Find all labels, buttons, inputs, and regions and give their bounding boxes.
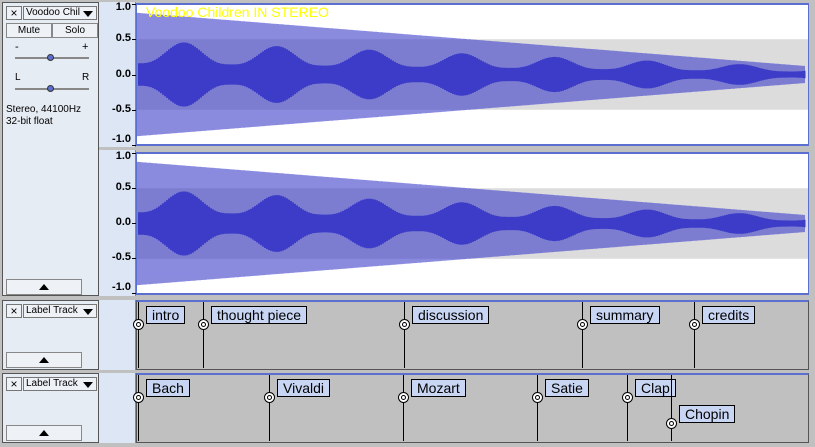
amplitude-tick-label: 1.0	[115, 150, 131, 162]
track-info-bitdepth: 32-bit float	[6, 116, 53, 127]
waveform-display[interactable]	[136, 1, 809, 298]
collapse-arrow-icon	[39, 430, 49, 436]
track-name-menu[interactable]: Voodoo Chil	[23, 6, 97, 20]
track-name: Label Track	[26, 378, 78, 389]
close-track-button[interactable]: ×	[6, 6, 22, 20]
amplitude-tick-label: 0.0	[115, 67, 131, 80]
label-track-1-ruler	[99, 300, 136, 370]
label-drag-handle[interactable]	[133, 319, 144, 330]
label-marker-line	[269, 375, 270, 441]
amplitude-tick-label: 0.5	[115, 181, 131, 193]
label-mozart[interactable]: Mozart	[411, 379, 466, 397]
amplitude-tick-label: -0.5	[112, 102, 131, 115]
mute-button[interactable]: Mute	[6, 23, 52, 38]
label-vivaldi[interactable]: Vivaldi	[277, 379, 330, 397]
label-marker-line	[627, 375, 628, 441]
label-drag-handle[interactable]	[666, 418, 677, 429]
label-track-1-control-panel: × Label Track	[2, 300, 99, 370]
collapse-track-button[interactable]	[6, 352, 82, 368]
label-summary[interactable]: summary	[590, 306, 660, 324]
amplitude-tick-label: -1.0	[112, 133, 131, 145]
audio-track-control-panel: × Voodoo Chil Mute Solo - + L R Stereo, …	[2, 2, 99, 296]
label-drag-handle[interactable]	[398, 392, 409, 403]
label-bach[interactable]: Bach	[146, 379, 190, 397]
label-discussion[interactable]: discussion	[412, 306, 490, 324]
close-icon: ×	[10, 377, 18, 391]
label-marker-line	[138, 302, 139, 368]
solo-label: Solo	[64, 25, 85, 36]
gain-minus-label: -	[15, 41, 19, 53]
amplitude-tick-label: -0.5	[112, 251, 131, 263]
label-credits[interactable]: credits	[702, 306, 756, 324]
collapse-track-button[interactable]	[6, 279, 82, 295]
gain-slider-thumb[interactable]	[47, 54, 54, 61]
pan-right-label: R	[82, 72, 90, 83]
label-drag-handle[interactable]	[133, 392, 144, 403]
gain-plus-label: +	[82, 41, 89, 53]
label-drag-handle[interactable]	[577, 319, 588, 330]
track-name-menu[interactable]: Label Track	[23, 304, 97, 318]
label-drag-handle[interactable]	[689, 319, 700, 330]
dropdown-arrow-icon	[83, 11, 93, 17]
label-marker-line	[403, 375, 404, 441]
amplitude-tick-label: -1.0	[112, 281, 131, 293]
close-icon: ×	[10, 304, 18, 318]
dropdown-arrow-icon	[83, 382, 93, 388]
label-marker-line	[694, 302, 695, 368]
label-drag-handle[interactable]	[532, 392, 543, 403]
label-marker-line	[404, 302, 405, 368]
close-track-button[interactable]: ×	[6, 377, 22, 391]
label-drag-handle[interactable]	[198, 319, 209, 330]
amplitude-tick-label: 0.0	[115, 216, 131, 228]
dropdown-arrow-icon	[83, 309, 93, 315]
label-marker-line	[582, 302, 583, 368]
label-intro[interactable]: intro	[146, 306, 186, 324]
label-marker-line	[203, 302, 204, 368]
pan-slider-thumb[interactable]	[47, 85, 54, 92]
label-satie[interactable]: Satie	[545, 379, 589, 397]
waveform-track-title: Voodoo Children IN STEREO	[146, 4, 329, 20]
collapse-track-button[interactable]	[6, 425, 82, 441]
track-name-menu[interactable]: Label Track	[23, 377, 97, 391]
label-drag-handle[interactable]	[264, 392, 275, 403]
solo-button[interactable]: Solo	[52, 23, 98, 38]
label-track-2-ruler	[99, 373, 136, 443]
label-marker-line	[138, 375, 139, 441]
pan-left-label: L	[15, 72, 21, 83]
label-clap[interactable]: Clap	[635, 379, 676, 397]
label-chopin[interactable]: Chopin	[679, 405, 736, 423]
label-marker-line	[537, 375, 538, 441]
mute-label: Mute	[17, 25, 41, 36]
amplitude-tick-label: 1.0	[115, 1, 131, 13]
label-track-2-control-panel: × Label Track	[2, 373, 99, 443]
amplitude-tick-label: 0.5	[115, 32, 131, 45]
label-marker-line	[671, 375, 672, 441]
collapse-arrow-icon	[39, 357, 49, 363]
collapse-arrow-icon	[39, 284, 49, 290]
track-name: Label Track	[26, 305, 78, 316]
close-track-button[interactable]: ×	[6, 304, 22, 318]
close-icon: ×	[10, 6, 18, 20]
label-drag-handle[interactable]	[399, 319, 410, 330]
label-thought-piece[interactable]: thought piece	[211, 306, 308, 324]
track-name: Voodoo Chil	[26, 7, 80, 18]
label-drag-handle[interactable]	[622, 392, 633, 403]
track-info-format: Stereo, 44100Hz	[6, 104, 82, 115]
